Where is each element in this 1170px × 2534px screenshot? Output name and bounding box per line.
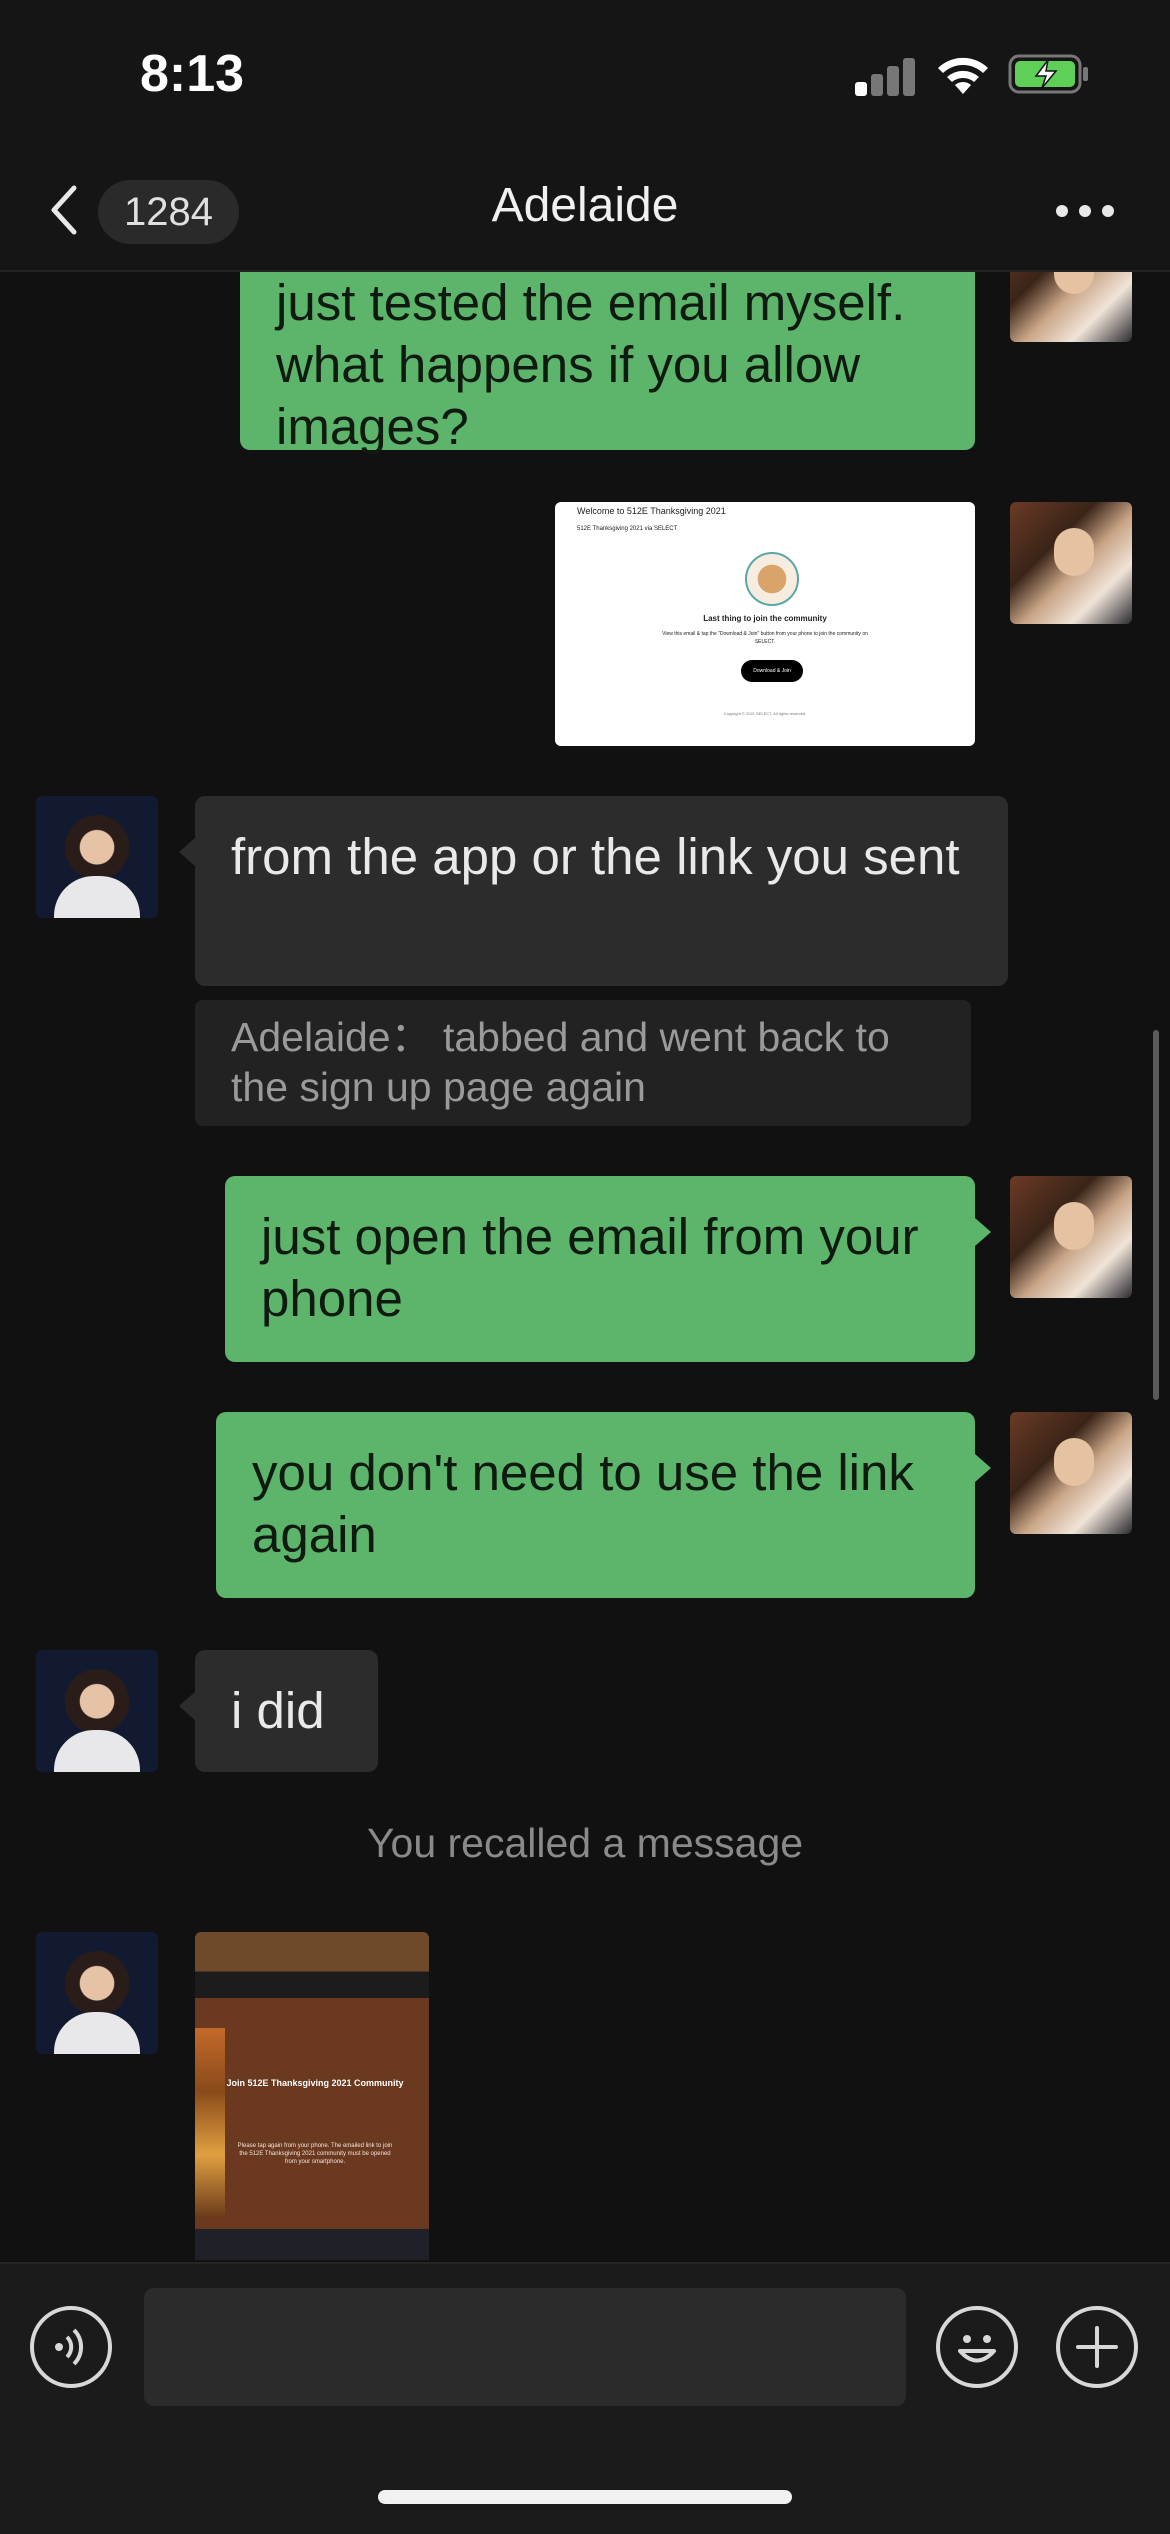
photo-title: Join 512E Thanksgiving 2021 Community bbox=[226, 2078, 404, 2088]
more-options-icon[interactable] bbox=[1050, 190, 1120, 230]
message-bubble-sent[interactable]: just tested the email myself. what happe… bbox=[240, 272, 975, 455]
my-avatar[interactable] bbox=[1010, 1412, 1132, 1534]
photo-message-image[interactable]: Join 512E Thanksgiving 2021 Community Pl… bbox=[195, 1932, 429, 2260]
photo-body: Please tap again from your phone. The em… bbox=[237, 2143, 393, 2165]
recalled-message-notice: You recalled a message bbox=[366, 1820, 804, 1866]
contact-avatar[interactable] bbox=[36, 1650, 158, 1772]
chat-title: Adelaide bbox=[491, 179, 679, 232]
battery-charging-icon bbox=[1008, 54, 1088, 94]
voice-input-icon[interactable] bbox=[30, 2306, 112, 2388]
contact-avatar[interactable] bbox=[36, 796, 158, 918]
email-sender: 512E Thanksgiving 2021 via SELECT bbox=[577, 526, 678, 532]
email-screenshot-image[interactable]: Welcome to 512E Thanksgiving 2021 512E T… bbox=[555, 502, 975, 746]
status-bar: 8:13 bbox=[0, 0, 1170, 150]
home-indicator[interactable] bbox=[378, 2490, 792, 2504]
email-heading: Last thing to join the community bbox=[703, 614, 827, 623]
photo-decoration bbox=[195, 2028, 225, 2218]
status-time: 8:13 bbox=[140, 45, 245, 103]
contact-avatar[interactable] bbox=[36, 1932, 158, 2054]
message-list[interactable]: just tested the email myself. what happe… bbox=[0, 272, 1170, 2260]
message-bubble-sent[interactable]: just open the email from your phone bbox=[225, 1176, 991, 1362]
scrollbar[interactable] bbox=[1153, 1030, 1159, 1400]
email-footer: Copyright © 2021 SELECT. All rights rese… bbox=[723, 711, 807, 716]
email-body: View this email & tap the "Download & Jo… bbox=[662, 631, 868, 645]
my-avatar[interactable] bbox=[1010, 272, 1132, 342]
quoted-reply[interactable]: Adelaide： tabbed and went back to the si… bbox=[195, 1000, 971, 1126]
chat-header: 1284 Adelaide bbox=[0, 150, 1170, 272]
email-subject: Welcome to 512E Thanksgiving 2021 bbox=[577, 506, 726, 516]
message-bubble-sent[interactable]: you don't need to use the link again bbox=[216, 1412, 991, 1598]
wifi-icon bbox=[938, 57, 988, 94]
my-avatar[interactable] bbox=[1010, 502, 1132, 624]
message-bubble-received[interactable]: from the app or the link you sent bbox=[179, 796, 1008, 986]
emoji-icon[interactable] bbox=[936, 2306, 1018, 2388]
my-avatar[interactable] bbox=[1010, 1176, 1132, 1298]
message-bubble-received[interactable]: i did bbox=[179, 1650, 378, 1772]
add-attachment-icon[interactable] bbox=[1056, 2306, 1138, 2388]
email-download-button: Download & Join bbox=[741, 660, 803, 682]
photo-screen bbox=[195, 1998, 429, 2228]
signal-icon bbox=[855, 56, 915, 96]
message-input[interactable] bbox=[144, 2288, 906, 2406]
event-logo bbox=[745, 552, 799, 606]
